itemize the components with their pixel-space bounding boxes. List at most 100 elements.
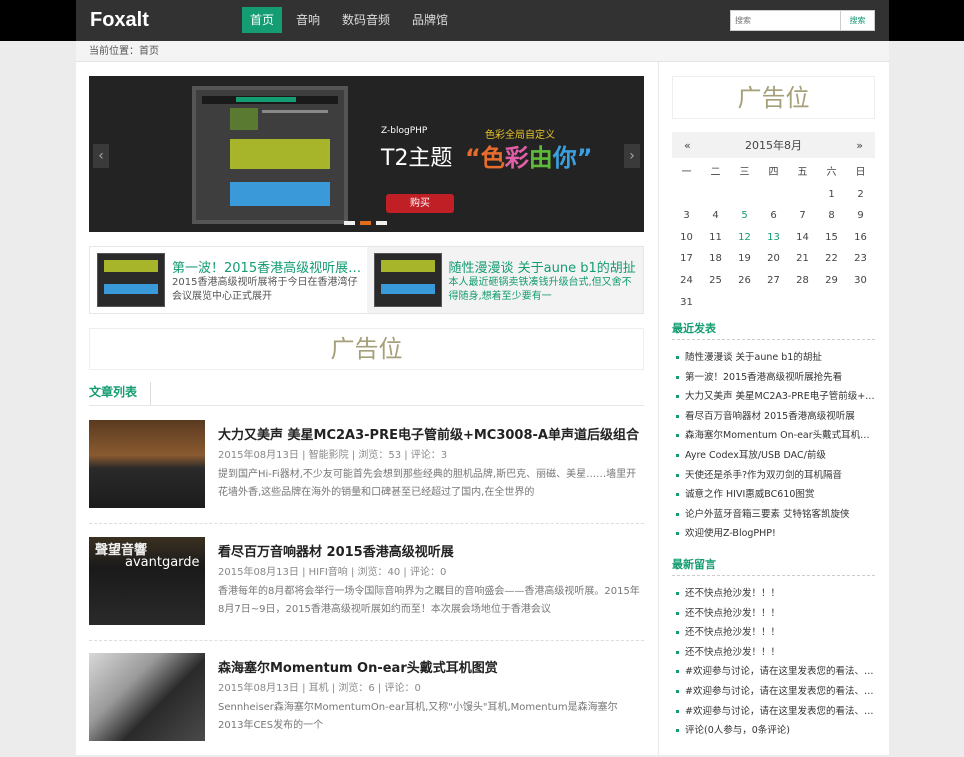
calendar-day: 1 (828, 188, 835, 200)
nav-item-audio[interactable]: 音响 (288, 7, 328, 33)
article-meta: 2015年08月13日 | HIFI音响 | 浏览：40 | 评论：0 (218, 567, 447, 578)
nav-item-brands[interactable]: 品牌馆 (404, 7, 456, 33)
slider-next-button[interactable]: › (624, 144, 640, 168)
widget-list-item[interactable]: Ayre Codex耳放/USB DAC/前级 (672, 446, 875, 466)
slide-colorful-text: “色彩由你” (465, 144, 593, 172)
section-title: 文章列表 (89, 382, 152, 405)
ad-slot-sidebar[interactable]: 广告位 (672, 76, 875, 119)
widget-list-item[interactable]: 评论(0人参与，0条评论) (672, 721, 875, 741)
breadcrumb: 当前位置：首页 (76, 41, 889, 62)
calendar-day: 28 (796, 274, 809, 286)
article-thumbnail[interactable] (89, 420, 205, 508)
widget-list-item[interactable]: 第一波！2015香港高级视听展抢先看 (672, 368, 875, 388)
calendar-weekday: 五 (797, 167, 808, 178)
article-title[interactable]: 森海塞尔Momentum On-ear头戴式耳机图赏 (218, 657, 498, 676)
calendar-title: 2015年8月 (745, 139, 802, 152)
calendar-day: 17 (680, 253, 693, 265)
search-button[interactable]: 搜索 (840, 11, 874, 30)
widget-list-item[interactable]: 欢迎使用Z-BlogPHP! (672, 524, 875, 544)
calendar-day: 9 (857, 210, 864, 222)
calendar-grid: 一二三四五六日 1 2 3 4 5 6 7 8 9 10 11 12 13 14 15 16 17 18 19 20 21… (672, 162, 875, 313)
featured-posts: 第一波！2015香港高级视听展抢先看 2015香港高级视听展将于今日在香港湾仔会… (89, 246, 644, 314)
slider-dots (344, 221, 392, 225)
slider-dot[interactable] (376, 221, 387, 225)
featured-title[interactable]: 随性漫漫谈 关于aune b1的胡扯 (449, 257, 639, 276)
widget-list-item[interactable]: #欢迎参与讨论，请在这里发表您的看法、交流您的观点。 (672, 682, 875, 702)
widget-title: 最新留言 (672, 554, 875, 576)
slide-title: T2主题 (381, 146, 453, 171)
slider-prev-button[interactable]: ‹ (93, 144, 109, 168)
calendar-day: 6 (770, 210, 777, 222)
slide-screenshot (192, 86, 348, 224)
slider-dot[interactable] (344, 221, 355, 225)
calendar-prev-button[interactable]: « (684, 139, 691, 152)
calendar-day: 22 (825, 253, 838, 265)
main-nav: 首页 音响 数码音频 品牌馆 (242, 7, 462, 33)
widget-list-item[interactable]: 还不快点抢沙发！！！ (672, 604, 875, 624)
widget-list-item[interactable]: 诚意之作 HIVI惠威BC610图赏 (672, 485, 875, 505)
calendar-day: 11 (709, 231, 722, 243)
calendar-day: 10 (680, 231, 693, 243)
featured-thumbnail[interactable] (373, 253, 442, 307)
calendar-day: 27 (767, 274, 780, 286)
widget-list-item[interactable]: #欢迎参与讨论，请在这里发表您的看法、交流您的观点。 (672, 662, 875, 682)
article-item: 森海塞尔Momentum On-ear头戴式耳机图赏 2015年08月13日 |… (89, 653, 644, 757)
slider-dot-active[interactable] (360, 221, 371, 225)
widget-list-item[interactable]: 随性漫漫谈 关于aune b1的胡扯 (672, 348, 875, 368)
calendar-next-button[interactable]: » (856, 139, 863, 152)
calendar-header: « 2015年8月 » (672, 132, 875, 158)
calendar-empty-cell (759, 184, 788, 206)
article-item: 大力又美声 美星MC2A3-PRE电子管前级+MC3008-A单声道后级组合 2… (89, 420, 644, 524)
calendar-day[interactable]: 12 (730, 227, 759, 249)
article-title[interactable]: 大力又美声 美星MC2A3-PRE电子管前级+MC3008-A单声道后级组合 (218, 424, 639, 443)
featured-item[interactable]: 随性漫漫谈 关于aune b1的胡扯 本人最近砸锅卖铁凑钱升级台式,但又舍不得随… (366, 247, 643, 313)
article-title[interactable]: 看尽百万音响器材 2015香港高级视听展 (218, 541, 454, 560)
article-thumbnail[interactable] (89, 653, 205, 741)
article-excerpt: 提到国产Hi-Fi器材,不少友可能首先会想到那些经典的胆机品牌,斯巴克、丽磁、美… (218, 469, 637, 498)
widget-list-item[interactable]: #欢迎参与讨论，请在这里发表您的看法、交流您的观点。 (672, 702, 875, 722)
widget-list-item[interactable]: 看尽百万音响器材 2015香港高级视听展 (672, 407, 875, 427)
article-item: 聲望音響 avantgarde 看尽百万音响器材 2015香港高级视听展 201… (89, 537, 644, 641)
calendar-day: 8 (828, 210, 835, 222)
calendar-day: 29 (825, 274, 838, 286)
widget-list-item[interactable]: 论户外蓝牙音箱三要素 艾特铭客凯旋侠 (672, 505, 875, 525)
featured-desc: 本人最近砸锅卖铁凑钱升级台式,但又舍不得随身,想着至少要有一 (448, 277, 632, 302)
column-divider (658, 62, 659, 755)
calendar-day[interactable]: 13 (759, 227, 788, 249)
widget-list-item[interactable]: 森海塞尔Momentum On-ear头戴式耳机图赏 (672, 426, 875, 446)
ad-slot-main[interactable]: 广告位 (89, 328, 644, 370)
widget-title: 最近发表 (672, 318, 875, 340)
calendar-empty-cell (701, 184, 730, 206)
nav-item-digital-audio[interactable]: 数码音频 (334, 7, 398, 33)
calendar-weekday: 一 (681, 167, 692, 178)
calendar-day: 15 (825, 231, 838, 243)
calendar-day: 20 (767, 253, 780, 265)
search-input[interactable] (731, 11, 841, 30)
widget-list-item[interactable]: 大力又美声 美星MC2A3-PRE电子管前级+MC3008-A单声道后级组合 (672, 387, 875, 407)
calendar-day: 2 (857, 188, 864, 200)
calendar-day: 4 (712, 210, 719, 222)
featured-title[interactable]: 第一波！2015香港高级视听展抢先看 (172, 257, 362, 276)
calendar-empty-cell (730, 184, 759, 206)
widget-list-item[interactable]: 还不快点抢沙发！！！ (672, 584, 875, 604)
calendar-day: 7 (799, 210, 806, 222)
calendar-weekday: 二 (710, 167, 721, 178)
widget-list-item[interactable]: 天使还是杀手?作为双刃剑的耳机隔音 (672, 466, 875, 486)
calendar-weekday: 六 (826, 167, 837, 178)
calendar-day[interactable]: 5 (730, 205, 759, 227)
search-box: 搜索 (730, 10, 875, 31)
widget-list-item[interactable]: 还不快点抢沙发！！！ (672, 623, 875, 643)
article-thumbnail[interactable]: 聲望音響 avantgarde (89, 537, 205, 625)
nav-item-home[interactable]: 首页 (242, 7, 283, 33)
banner-slider[interactable]: Z-blogPHP T2主题 色彩全局自定义 “色彩由你” 购买 ‹ › (89, 76, 644, 232)
calendar-widget: « 2015年8月 » 一二三四五六日 1 2 3 4 5 6 7 8 9 10 11 12 13 14 15… (672, 132, 875, 313)
calendar-day: 31 (680, 296, 693, 308)
calendar-day: 3 (683, 210, 690, 222)
site-logo[interactable]: Foxalt (90, 9, 149, 32)
slide-subtitle: Z-blogPHP (381, 126, 428, 136)
buy-button[interactable]: 购买 (386, 194, 454, 213)
featured-thumbnail[interactable] (97, 253, 165, 307)
calendar-day: 14 (796, 231, 809, 243)
featured-item[interactable]: 第一波！2015香港高级视听展抢先看 2015香港高级视听展将于今日在香港湾仔会… (90, 247, 367, 313)
widget-list-item[interactable]: 还不快点抢沙发！！！ (672, 643, 875, 663)
